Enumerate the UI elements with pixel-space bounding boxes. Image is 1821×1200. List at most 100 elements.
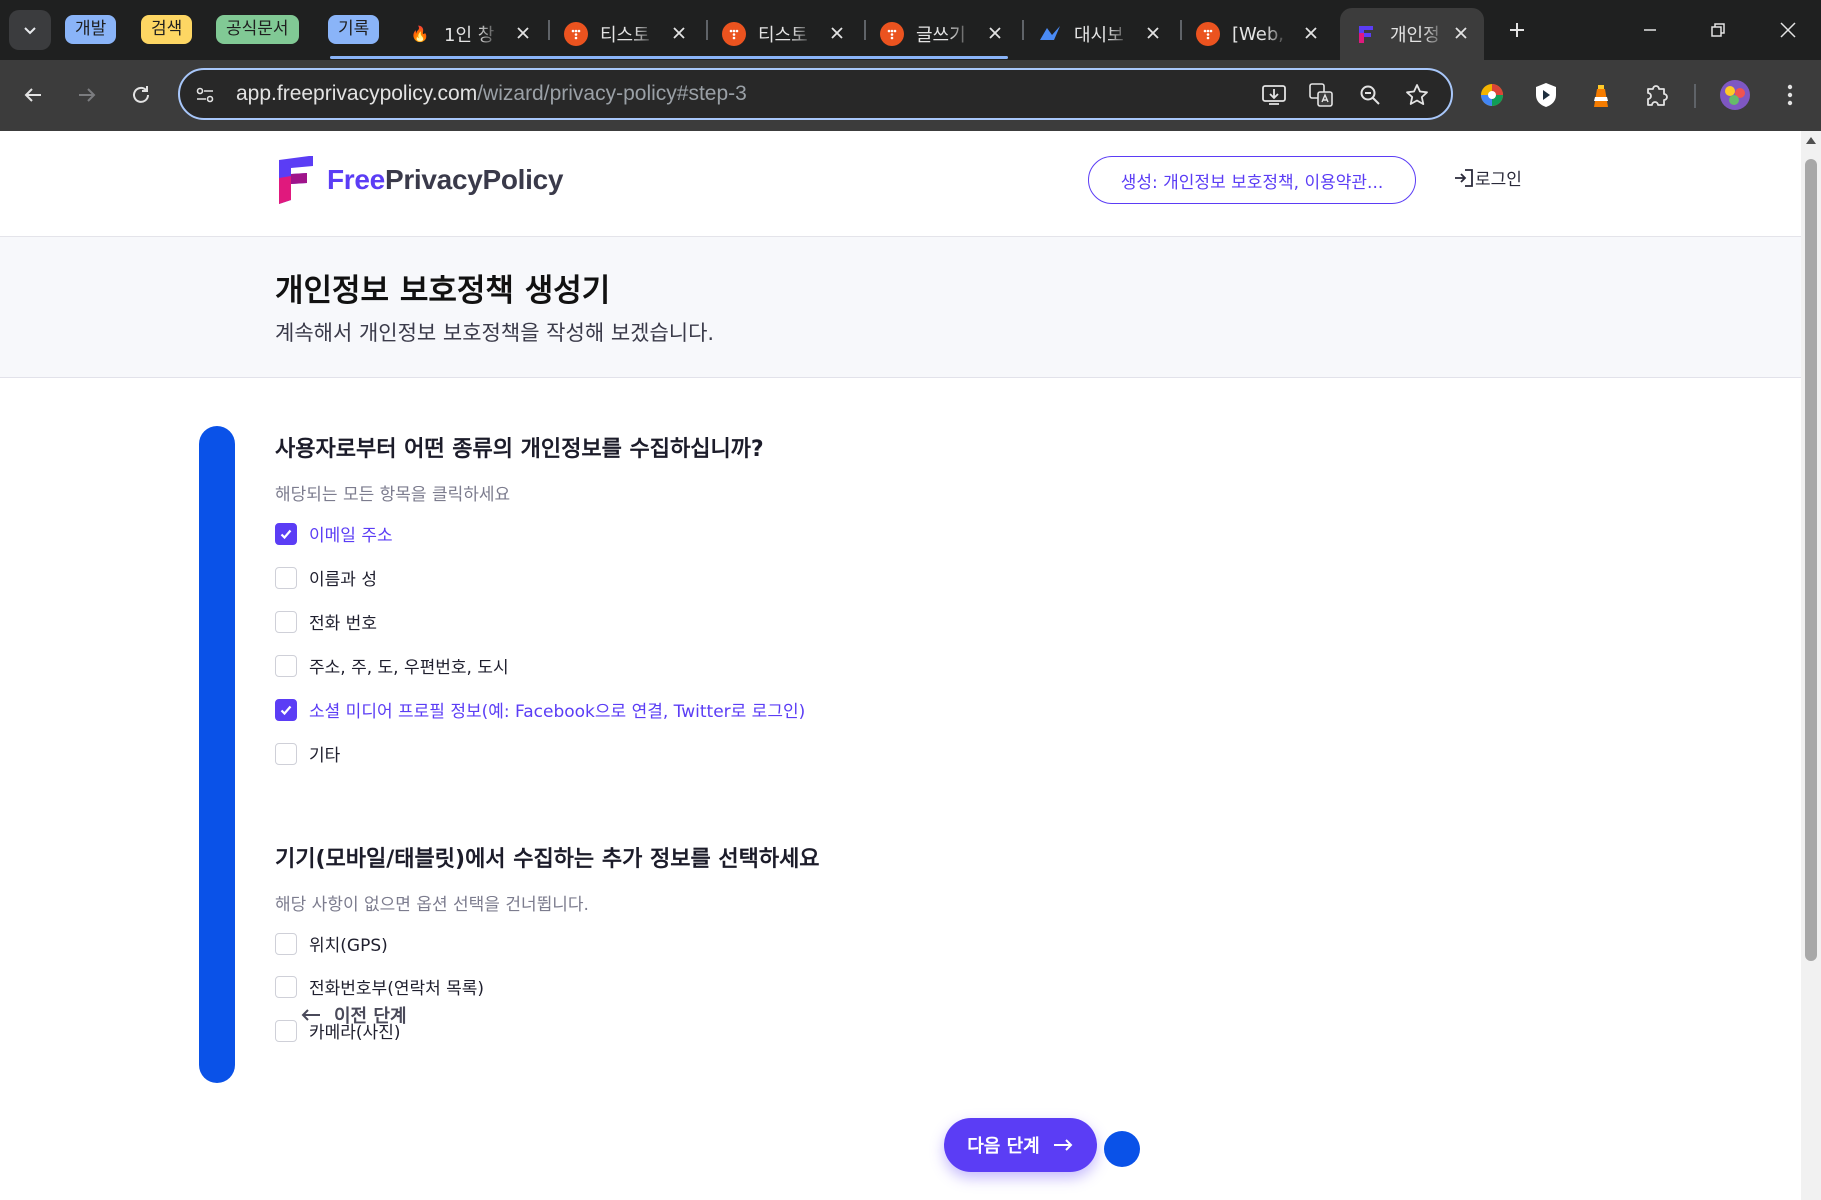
option-social-profile[interactable]: 소셜 미디어 프로필 정보(예: Facebook으로 연결, Twitter로… bbox=[275, 697, 805, 722]
tistory-icon bbox=[722, 22, 746, 46]
tab-bar: 개발 검색 공식문서 기록 🔥 1인 창 티스토 티스토 글쓰기 대시보 [We… bbox=[0, 0, 1821, 60]
dashboard-icon bbox=[1038, 22, 1062, 46]
scrollbar-thumb[interactable] bbox=[1805, 159, 1817, 961]
minimize-icon bbox=[1644, 29, 1656, 31]
option-label: 이름과 성 bbox=[309, 570, 377, 590]
tab-group-dev[interactable]: 개발 bbox=[65, 15, 117, 44]
checkbox-checked[interactable] bbox=[275, 698, 297, 721]
close-icon[interactable] bbox=[512, 22, 534, 44]
extensions-puzzle-icon[interactable] bbox=[1640, 79, 1672, 111]
restore-button[interactable] bbox=[1686, 0, 1750, 60]
url-path: /wizard/privacy-policy#step-3 bbox=[477, 82, 747, 105]
menu-kebab-icon[interactable] bbox=[1774, 79, 1806, 111]
tab-group-docs[interactable]: 공식문서 bbox=[216, 15, 299, 44]
reload-icon bbox=[133, 86, 149, 103]
restore-icon bbox=[1711, 23, 1725, 37]
tab-4[interactable]: 글쓰기 bbox=[868, 8, 1018, 60]
extension-shield-icon[interactable] bbox=[1530, 79, 1562, 111]
question-personal-info: 사용자로부터 어떤 종류의 개인정보를 수집하십니까? bbox=[275, 437, 764, 462]
tab-search-button[interactable] bbox=[9, 10, 51, 50]
tab-6[interactable]: [Web, bbox=[1184, 8, 1334, 60]
checkbox-checked[interactable] bbox=[275, 522, 297, 545]
checkbox[interactable] bbox=[275, 610, 297, 633]
close-icon[interactable] bbox=[826, 22, 848, 44]
translate-icon[interactable] bbox=[1308, 82, 1334, 108]
tab-5[interactable]: 대시보 bbox=[1026, 8, 1176, 60]
checkbox[interactable] bbox=[275, 975, 297, 998]
web-page: FreePrivacyPolicy 생성: 개인정보 보호정책, 이용약관...… bbox=[0, 131, 1801, 1200]
question-hint: 해당 사항이 없으면 옵션 선택을 건너뜁니다. bbox=[275, 895, 589, 915]
profile-avatar[interactable] bbox=[1719, 79, 1751, 111]
option-phone[interactable]: 전화 번호 bbox=[275, 609, 377, 634]
bookmark-star-icon[interactable] bbox=[1404, 82, 1430, 108]
checkbox[interactable] bbox=[275, 742, 297, 765]
page-scrollbar[interactable] bbox=[1801, 131, 1821, 1200]
zoom-icon[interactable] bbox=[1357, 82, 1383, 108]
tab-separator bbox=[706, 20, 708, 40]
option-location-gps[interactable]: 위치(GPS) bbox=[275, 931, 388, 956]
tab-separator bbox=[1180, 20, 1182, 40]
option-other[interactable]: 기타 bbox=[275, 741, 340, 766]
tab-group-records[interactable]: 기록 bbox=[328, 15, 380, 44]
tab-separator bbox=[1022, 20, 1024, 40]
close-icon[interactable] bbox=[668, 22, 690, 44]
checkbox[interactable] bbox=[275, 1019, 297, 1042]
tab-title: 대시보 bbox=[1074, 25, 1124, 46]
question-hint: 해당되는 모든 항목을 클릭하세요 bbox=[275, 485, 511, 505]
checkbox[interactable] bbox=[275, 932, 297, 955]
toolbar-divider bbox=[1694, 84, 1696, 108]
option-label: 전화 번호 bbox=[309, 614, 377, 634]
scroll-up-arrow-icon[interactable] bbox=[1806, 137, 1816, 144]
close-icon[interactable] bbox=[1142, 22, 1164, 44]
close-icon[interactable] bbox=[1300, 22, 1322, 44]
site-logo[interactable]: FreePrivacyPolicy bbox=[275, 154, 563, 206]
url-host: app.freeprivacypolicy.com bbox=[236, 82, 478, 105]
option-name[interactable]: 이름과 성 bbox=[275, 565, 377, 590]
tab-separator bbox=[864, 20, 866, 40]
checkbox[interactable] bbox=[275, 654, 297, 677]
option-label: 위치(GPS) bbox=[309, 936, 388, 956]
reload-button[interactable] bbox=[120, 74, 162, 116]
tab-7-active[interactable]: 개인정 bbox=[1340, 8, 1484, 60]
generate-policies-button[interactable]: 생성: 개인정보 보호정책, 이용약관... bbox=[1088, 156, 1416, 204]
option-address[interactable]: 주소, 주, 도, 우편번호, 도시 bbox=[275, 653, 509, 678]
logo-privacypolicy: PrivacyPolicy bbox=[384, 164, 564, 195]
close-icon[interactable] bbox=[1450, 22, 1472, 44]
color-picker-extension-icon[interactable] bbox=[1476, 79, 1508, 111]
tab-3[interactable]: 티스토 bbox=[710, 8, 860, 60]
close-icon bbox=[1780, 22, 1796, 38]
arrow-left-icon bbox=[301, 1009, 320, 1021]
tab-group-search[interactable]: 검색 bbox=[141, 15, 193, 44]
tistory-icon bbox=[1196, 22, 1220, 46]
next-step-button[interactable]: 다음 단계 bbox=[944, 1118, 1097, 1172]
address-bar[interactable]: app.freeprivacypolicy.com/wizard/privacy… bbox=[178, 68, 1453, 120]
site-settings-icon[interactable] bbox=[192, 82, 218, 108]
close-icon[interactable] bbox=[984, 22, 1006, 44]
option-label: 기타 bbox=[309, 746, 341, 766]
tab-title: [Web, bbox=[1232, 23, 1284, 45]
tab-title: 티스토 bbox=[600, 25, 650, 46]
help-chat-button[interactable] bbox=[1104, 1131, 1140, 1167]
previous-step-button[interactable]: 이전 단계 bbox=[300, 1002, 407, 1028]
lighthouse-extension-icon[interactable] bbox=[1585, 79, 1617, 111]
arrow-right-icon bbox=[1053, 1139, 1073, 1151]
tab-separator bbox=[548, 20, 550, 40]
login-link[interactable]: 로그인 bbox=[1453, 165, 1522, 190]
install-app-icon[interactable] bbox=[1261, 82, 1287, 108]
arrow-left-icon bbox=[24, 88, 41, 102]
back-button[interactable] bbox=[12, 74, 54, 116]
forward-button[interactable] bbox=[66, 74, 108, 116]
plus-icon bbox=[1510, 23, 1524, 37]
close-window-button[interactable] bbox=[1756, 0, 1820, 60]
url-text: app.freeprivacypolicy.com/wizard/privacy… bbox=[236, 82, 747, 106]
previous-step-label: 이전 단계 bbox=[334, 1006, 407, 1027]
tab-1[interactable]: 🔥 1인 창 bbox=[396, 8, 546, 60]
hero-section: 개인정보 보호정책 생성기 계속해서 개인정보 보호정책을 작성해 보겠습니다. bbox=[0, 237, 1801, 378]
option-contacts[interactable]: 전화번호부(연락처 목록) bbox=[275, 974, 484, 999]
option-label: 주소, 주, 도, 우편번호, 도시 bbox=[309, 658, 509, 678]
checkbox[interactable] bbox=[275, 566, 297, 589]
option-email[interactable]: 이메일 주소 bbox=[275, 521, 393, 546]
new-tab-button[interactable] bbox=[1500, 13, 1534, 47]
tab-2[interactable]: 티스토 bbox=[552, 8, 702, 60]
minimize-button[interactable] bbox=[1618, 0, 1682, 60]
